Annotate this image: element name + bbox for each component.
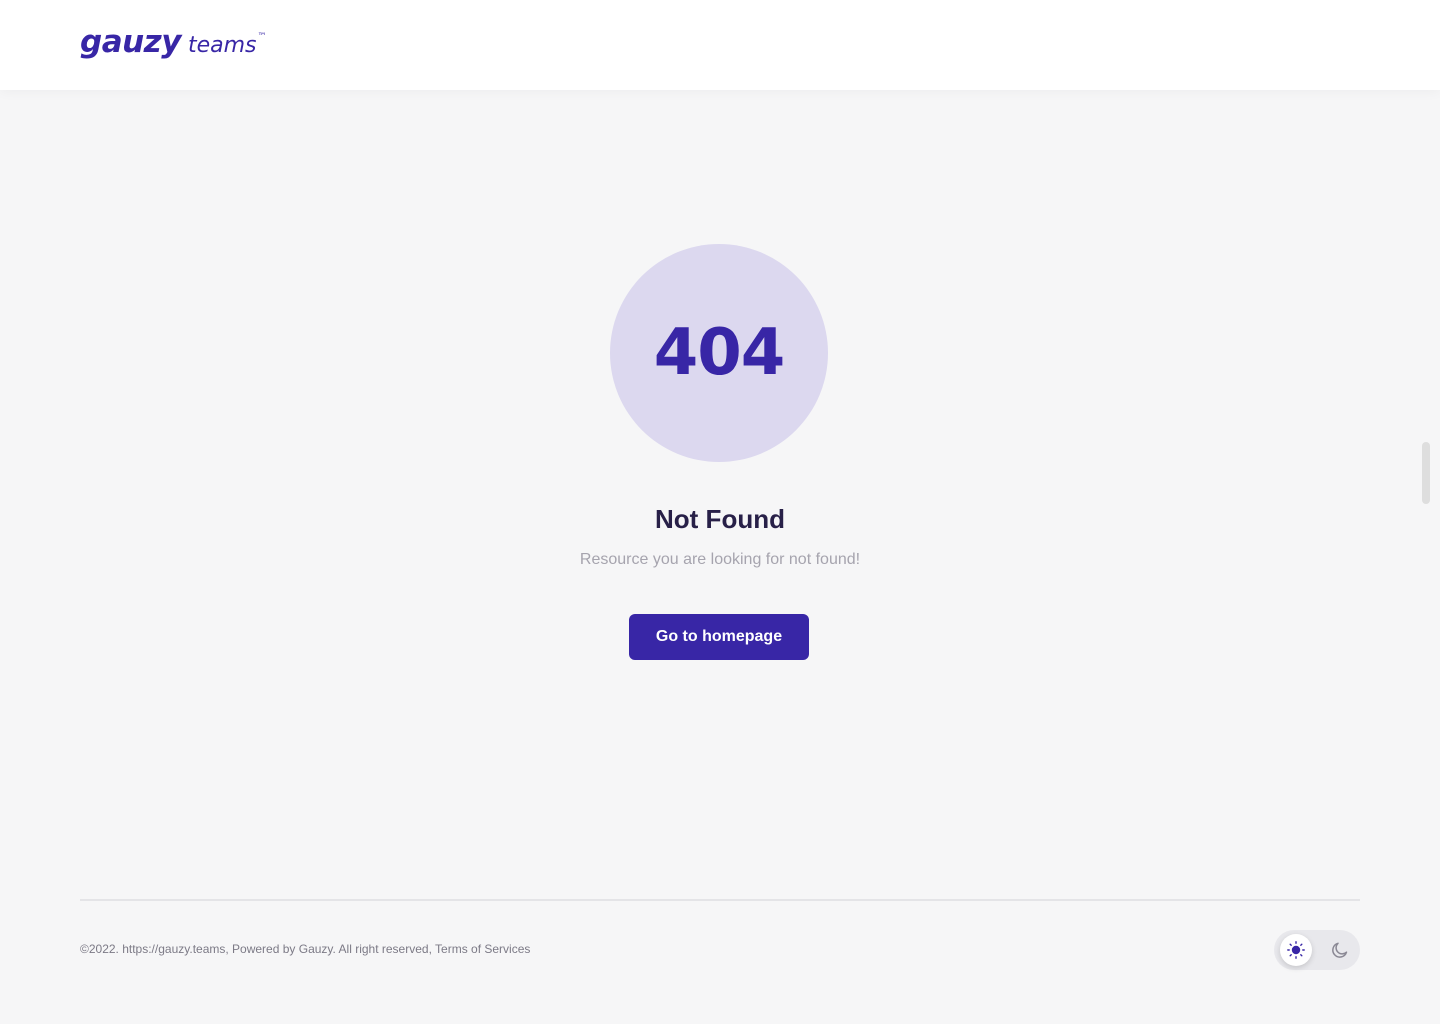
theme-toggle [1274, 930, 1360, 970]
gauzy-teams-logo[interactable]: gauzy teams ™ [80, 24, 266, 60]
terms-of-services-link[interactable]: Terms of Services [435, 942, 530, 956]
sun-icon [1287, 941, 1305, 959]
footer-divider [80, 899, 1360, 901]
error-message: Resource you are looking for not found! [579, 551, 861, 568]
scrollbar-thumb[interactable] [1422, 442, 1430, 504]
error-code-circle: 404 [610, 244, 828, 462]
error-code: 404 [653, 316, 786, 390]
dark-mode-button[interactable] [1324, 934, 1356, 966]
top-header: gauzy teams ™ [0, 0, 1440, 90]
light-mode-button[interactable] [1280, 934, 1312, 966]
logo-trademark: ™ [257, 32, 267, 42]
logo-subtext: teams [187, 33, 257, 58]
logo-wordmark: gauzy [80, 24, 181, 60]
moon-icon [1332, 942, 1348, 958]
error-title: Not Found [655, 504, 785, 534]
footer-copyright: ©2022. https://gauzy.teams, Powered by G… [80, 942, 436, 956]
go-to-homepage-button[interactable]: Go to homepage [629, 614, 809, 660]
footer: ©2022. https://gauzy.teams, Powered by G… [80, 942, 530, 956]
